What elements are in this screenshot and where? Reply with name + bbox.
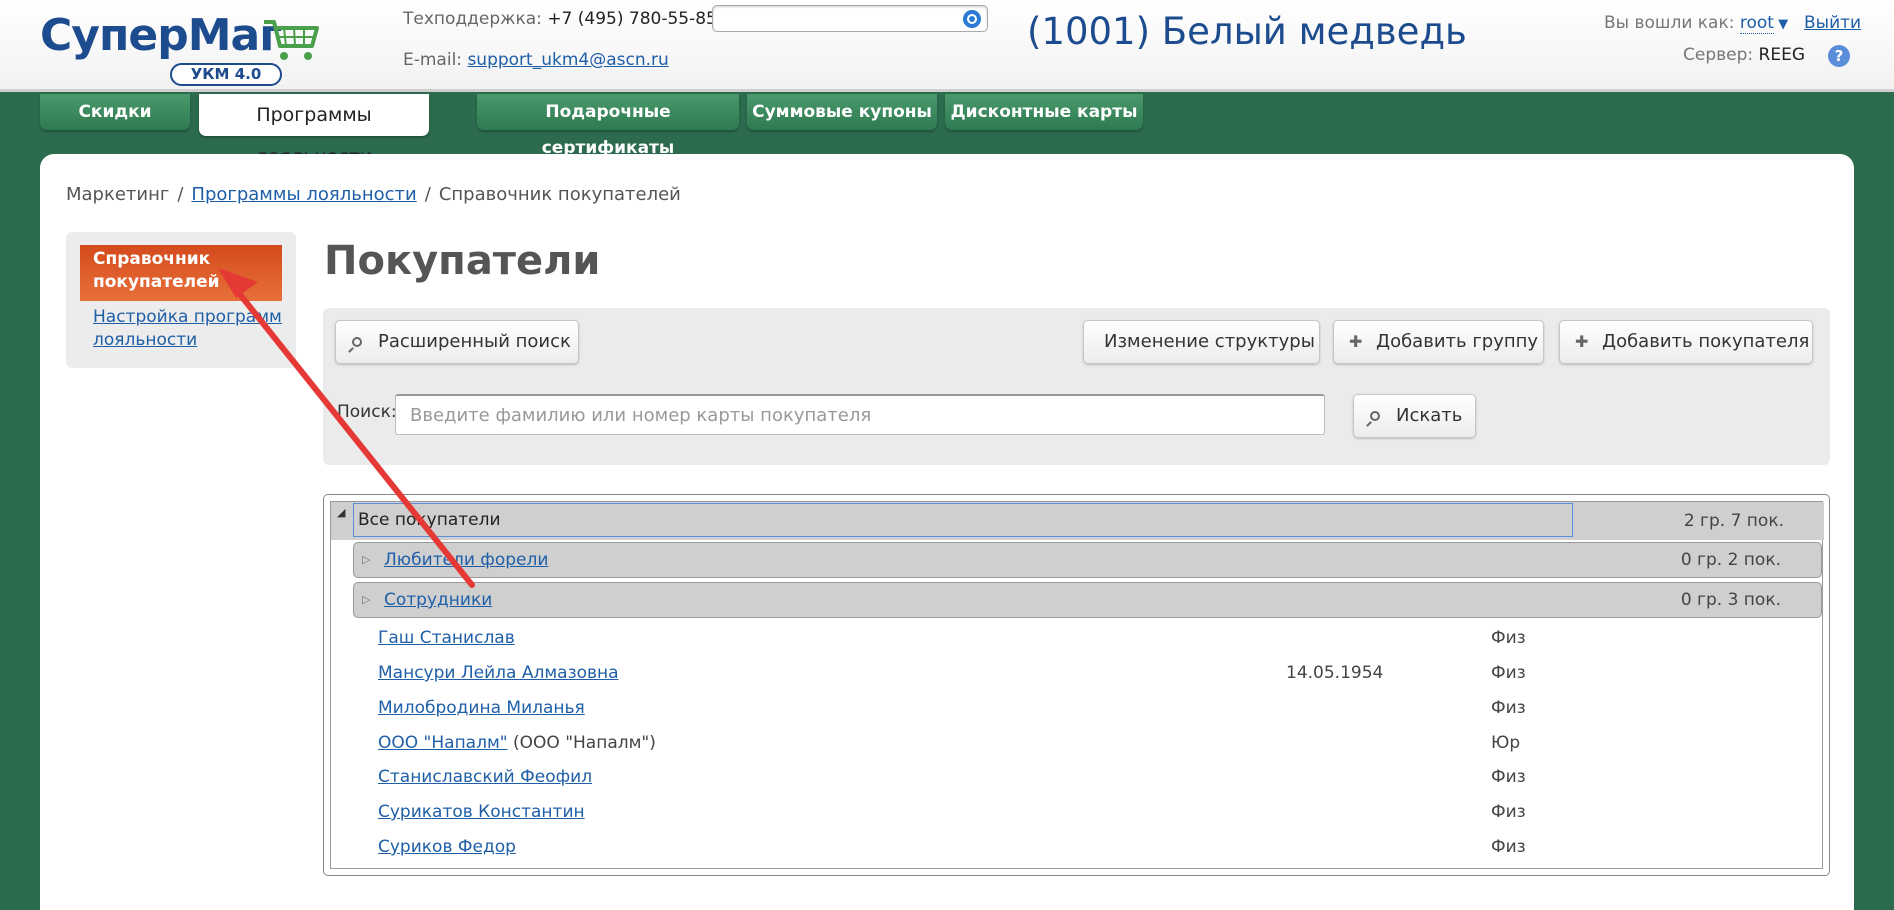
breadcrumb-separator: / bbox=[424, 184, 431, 205]
customer-type: Юр bbox=[1491, 733, 1521, 753]
sidebar-item-customer-directory[interactable]: Справочник покупателей bbox=[80, 245, 282, 301]
main-content: Маркетинг / Программы лояльности / Справочни… bbox=[40, 154, 1854, 910]
group-name-link[interactable]: Сотрудники bbox=[384, 583, 492, 617]
plus-icon: ✚ bbox=[1575, 332, 1589, 351]
store-title: (1001) Белый медведь bbox=[1027, 10, 1467, 53]
support-label: Техподдержка: bbox=[403, 9, 542, 29]
add-customer-button[interactable]: ✚ Добавить покупателя bbox=[1559, 320, 1813, 364]
customer-row[interactable]: ООО "Напалм" (ООО "Напалм") Юр bbox=[331, 726, 1824, 761]
support-phone: +7 (495) 780-55-85 bbox=[547, 9, 717, 29]
logo[interactable]: СуперМаг УКМ 4.0 bbox=[40, 10, 320, 86]
customer-name-link[interactable]: Суриков Федор bbox=[378, 837, 516, 857]
customer-name-link[interactable]: Мансури Лейла Алмазовна bbox=[378, 663, 619, 683]
server-info: Сервер: REEG bbox=[1683, 45, 1805, 65]
tree-root-count: 2 гр. 7 пок. bbox=[1683, 511, 1784, 531]
search-label: Поиск: bbox=[337, 402, 397, 422]
customer-type: Физ bbox=[1491, 767, 1526, 787]
change-structure-button[interactable]: Изменение структуры bbox=[1083, 320, 1320, 364]
version-badge: УКМ 4.0 bbox=[170, 63, 282, 86]
customer-row[interactable]: Сурикатов Константин Физ bbox=[331, 795, 1824, 830]
search-icon[interactable] bbox=[963, 10, 981, 28]
breadcrumb-separator: / bbox=[177, 184, 184, 205]
tree-root-row[interactable]: ◢ Все покупатели 2 гр. 7 пок. bbox=[331, 502, 1824, 540]
customer-alt-name: (ООО "Напалм") bbox=[513, 733, 656, 753]
page-title: Покупатели bbox=[324, 238, 601, 284]
breadcrumb-root: Маркетинг bbox=[66, 184, 170, 205]
change-structure-label: Изменение структуры bbox=[1104, 331, 1315, 352]
support-email-link[interactable]: support_ukm4@ascn.ru bbox=[467, 50, 668, 70]
customer-row[interactable]: Гаш Станислав Физ bbox=[331, 621, 1824, 656]
group-count: 0 гр. 3 пок. bbox=[1680, 590, 1781, 610]
header-search-input[interactable] bbox=[712, 5, 988, 32]
customer-type: Физ bbox=[1491, 628, 1526, 648]
customer-name-link[interactable]: Милобродина Миланья bbox=[378, 698, 585, 718]
customer-tree: ◢ Все покупатели 2 гр. 7 пок. ▷ Любители… bbox=[323, 494, 1830, 876]
tab-sum-coupons[interactable]: Суммовые купоны bbox=[747, 94, 937, 130]
customer-type: Физ bbox=[1491, 663, 1526, 683]
search-button[interactable]: Искать bbox=[1353, 394, 1476, 438]
advanced-search-label: Расширенный поиск bbox=[378, 331, 571, 352]
add-group-button[interactable]: ✚ Добавить группу bbox=[1333, 320, 1544, 364]
customer-search-input[interactable]: Введите фамилию или номер карты покупате… bbox=[395, 394, 1325, 435]
tree-group-row[interactable]: ▷ Сотрудники 0 гр. 3 пок. bbox=[353, 582, 1822, 618]
tab-discount-cards[interactable]: Дисконтные карты bbox=[945, 94, 1143, 130]
tab-gift-certificates[interactable]: Подарочные сертификаты bbox=[477, 94, 739, 158]
user-menu[interactable]: root bbox=[1739, 13, 1774, 34]
support-phone-line: Техподдержка: +7 (495) 780-55-85 bbox=[403, 9, 717, 29]
customer-row[interactable]: Суриков Федор Физ bbox=[331, 830, 1824, 865]
search-icon bbox=[1370, 411, 1380, 421]
customer-row[interactable]: Станиславский Феофил Физ bbox=[331, 760, 1824, 795]
breadcrumb-current: Справочник покупателей bbox=[438, 184, 681, 205]
customer-name-link[interactable]: ООО "Напалм" bbox=[378, 733, 508, 753]
tree-group-row[interactable]: ▷ Любители форели 0 гр. 2 пок. bbox=[353, 542, 1822, 578]
breadcrumb: Маркетинг / Программы лояльности / Справочни… bbox=[66, 184, 681, 205]
tab-discounts[interactable]: Скидки bbox=[40, 94, 190, 130]
customer-birthdate: 14.05.1954 bbox=[1286, 663, 1384, 683]
add-customer-label: Добавить покупателя bbox=[1602, 331, 1810, 352]
customer-row[interactable]: Милобродина Миланья Физ bbox=[331, 691, 1824, 726]
search-button-label: Искать bbox=[1396, 405, 1463, 426]
sidebar-item-loyalty-settings[interactable]: Настройка программ лояльности bbox=[93, 306, 293, 352]
chevron-down-icon[interactable]: ▼ bbox=[1774, 17, 1788, 32]
cart-icon bbox=[264, 20, 319, 60]
user-info: Вы вошли как: root ▼ bbox=[1604, 13, 1788, 34]
search-icon bbox=[352, 337, 362, 347]
help-icon[interactable]: ? bbox=[1828, 45, 1850, 67]
server-label: Сервер: bbox=[1683, 45, 1754, 65]
customer-type: Физ bbox=[1491, 837, 1526, 857]
support-email-line: E-mail: support_ukm4@ascn.ru bbox=[403, 50, 669, 70]
tab-loyalty-programs[interactable]: Программы лояльности bbox=[199, 94, 429, 168]
expand-icon[interactable]: ▷ bbox=[362, 583, 370, 617]
customer-name-link[interactable]: Станиславский Феофил bbox=[378, 767, 592, 787]
group-count: 0 гр. 2 пок. bbox=[1680, 550, 1781, 570]
sidebar: Справочник покупателей Настройка програм… bbox=[66, 232, 296, 368]
breadcrumb-link-loyalty[interactable]: Программы лояльности bbox=[191, 184, 416, 205]
customer-name-link[interactable]: Сурикатов Константин bbox=[378, 802, 585, 822]
advanced-search-button[interactable]: Расширенный поиск bbox=[335, 320, 579, 364]
add-group-label: Добавить группу bbox=[1376, 331, 1539, 352]
logo-text: СуперМаг bbox=[40, 10, 282, 61]
customer-type: Физ bbox=[1491, 698, 1526, 718]
customer-type: Физ bbox=[1491, 802, 1526, 822]
group-name-link[interactable]: Любители форели bbox=[384, 543, 548, 577]
email-label: E-mail: bbox=[403, 50, 463, 70]
tree-root-name[interactable]: Все покупатели bbox=[353, 503, 1573, 537]
customer-name-link[interactable]: Гаш Станислав bbox=[378, 628, 515, 648]
expand-icon[interactable]: ▷ bbox=[362, 543, 370, 577]
toolbar: Расширенный поиск Изменение структуры ✚ … bbox=[323, 308, 1830, 465]
customer-tree-inner: ◢ Все покупатели 2 гр. 7 пок. ▷ Любители… bbox=[330, 501, 1824, 869]
server-name: REEG bbox=[1758, 45, 1805, 65]
logged-in-label: Вы вошли как: bbox=[1604, 13, 1735, 33]
collapse-icon[interactable]: ◢ bbox=[337, 506, 345, 519]
app-header: СуперМаг УКМ 4.0 Техподдержка: +7 (495) … bbox=[0, 0, 1894, 92]
customer-row[interactable]: Мансури Лейла Алмазовна 14.05.1954 Физ bbox=[331, 656, 1824, 691]
plus-icon: ✚ bbox=[1349, 332, 1363, 351]
logout-link[interactable]: Выйти bbox=[1804, 13, 1861, 33]
